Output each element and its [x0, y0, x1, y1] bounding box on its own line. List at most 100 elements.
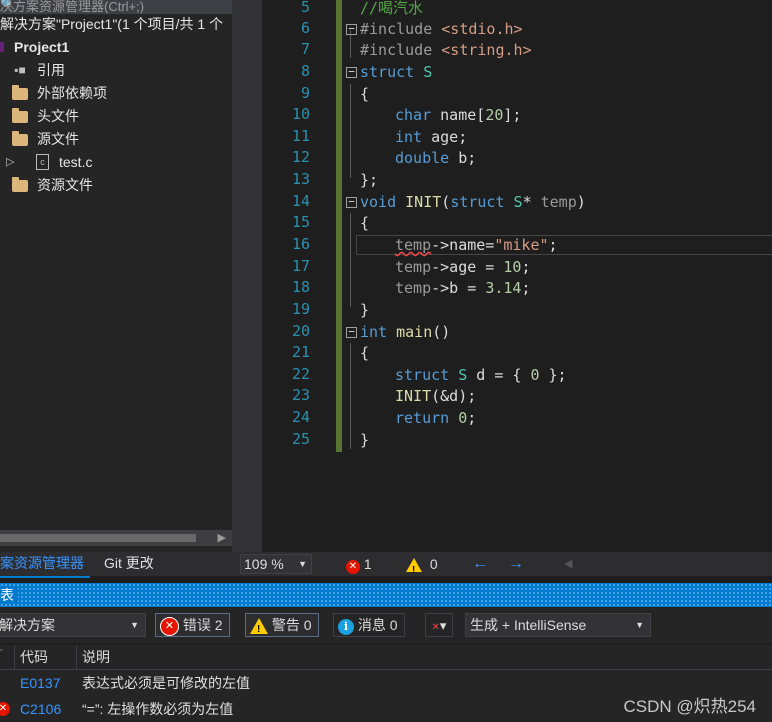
expand-arrow-icon[interactable]: ▷: [6, 151, 14, 173]
code-line-13: };: [360, 171, 379, 189]
zoom-dropdown[interactable]: 109 % ▼: [240, 554, 312, 574]
scrollbar-thumb[interactable]: [0, 534, 196, 542]
warning-count: 0: [429, 556, 438, 572]
code-line-23: INIT(&d);: [395, 387, 477, 405]
error-icon: ✕: [160, 616, 179, 636]
build-source-dropdown[interactable]: 生成 + IntelliSense ▼: [465, 613, 651, 637]
fold-toggle-icon[interactable]: −: [346, 196, 357, 208]
code-line-16: temp->name="mike";: [395, 236, 558, 254]
warnings-filter-button[interactable]: 警告 0: [245, 613, 319, 641]
error-code-link[interactable]: E0137: [20, 670, 60, 696]
project-label: Project1: [14, 39, 70, 55]
chevron-down-icon: ▼: [130, 620, 139, 630]
tab-git-changes[interactable]: Git 更改: [98, 552, 160, 576]
line-number: 5: [300, 0, 310, 16]
line-number: 18: [291, 278, 310, 296]
code-line-12: double b;: [395, 149, 477, 167]
indent-guide: [350, 343, 351, 449]
error-description: 表达式必须是可修改的左值: [82, 675, 250, 691]
tree-item-label: 源文件: [37, 131, 79, 147]
chevron-down-icon: ▼: [298, 559, 307, 569]
error-code-link[interactable]: C2106: [20, 696, 61, 722]
line-number: 24: [291, 408, 310, 426]
search-icon[interactable]: 🔍: [0, 0, 208, 12]
line-number: 21: [291, 343, 310, 361]
explorer-search-box[interactable]: 决方案资源管理器(Ctrl+;) 🔍: [0, 0, 232, 14]
line-number: 19: [291, 300, 310, 318]
code-line-21: {: [360, 344, 370, 362]
messages-filter-button[interactable]: i 消息 0: [333, 613, 405, 637]
solution-label: 解决方案"Project1"(1 个项目/共 1 个: [0, 16, 224, 32]
error-count-indicator[interactable]: ✕ 1: [346, 552, 372, 576]
tree-item-label: 外部依赖项: [37, 85, 107, 101]
project-icon: [0, 42, 4, 52]
code-line-19: }: [360, 301, 370, 319]
error-description: “=”: 左操作数必须为左值: [82, 701, 234, 717]
tab-solution-explorer[interactable]: 案资源管理器: [0, 552, 90, 578]
warning-count-indicator[interactable]: 0: [406, 552, 438, 583]
line-number: 23: [291, 386, 310, 404]
errors-filter-button[interactable]: ✕ 错误 2: [155, 613, 230, 637]
code-line-14: void INIT(struct S* temp): [360, 193, 586, 211]
line-number-margin: 5 6 7 8 9 10 11 12 13 14 15 16 17 18 19 …: [262, 0, 336, 552]
line-number: 8: [300, 62, 310, 80]
warning-icon: [406, 558, 422, 583]
project-node[interactable]: Project1: [0, 36, 232, 58]
solution-node[interactable]: 解决方案"Project1"(1 个项目/共 1 个: [0, 13, 232, 35]
warning-icon: [250, 618, 268, 641]
column-header-description[interactable]: 说明: [82, 645, 110, 669]
pin-icon[interactable]: ⁼: [0, 641, 3, 665]
line-number: 25: [291, 430, 310, 448]
line-number: 9: [300, 84, 310, 102]
tree-item-references[interactable]: ▪■ 引用: [0, 59, 232, 81]
code-editor[interactable]: //喝汽水 − #include <stdio.h> #include <str…: [342, 0, 772, 552]
code-line-20: int main(): [360, 323, 451, 341]
code-line-24: return 0;: [395, 409, 477, 427]
code-line-25: }: [360, 431, 370, 449]
column-header-code[interactable]: 代码: [20, 645, 48, 669]
tree-item-test-c[interactable]: ▷ c test.c: [0, 151, 232, 173]
editor-status-strip: 109 % ▼ ✕ 1 0 ← → ◀: [238, 552, 772, 583]
fold-toggle-icon[interactable]: −: [346, 326, 357, 338]
tree-item-header-files[interactable]: 头文件: [0, 105, 232, 127]
tab-label: 案资源管理器: [0, 555, 84, 571]
filter-icon: ✕▾: [431, 618, 447, 633]
tree-item-external-deps[interactable]: 外部依赖项: [0, 82, 232, 104]
arrow-right-icon[interactable]: →: [508, 552, 524, 576]
line-number: 17: [291, 257, 310, 275]
fold-toggle-icon[interactable]: −: [346, 23, 357, 35]
code-line-8: struct S: [360, 63, 433, 81]
code-line-15: {: [360, 214, 370, 232]
column-divider: [76, 645, 77, 669]
tree-item-label: test.c: [59, 154, 93, 170]
tree-item-source-files[interactable]: 源文件: [0, 128, 232, 150]
scroll-left-icon[interactable]: ◀: [564, 552, 572, 576]
comment: //喝汽水: [360, 0, 424, 17]
editor-glyph-margin[interactable]: [232, 0, 262, 552]
folder-icon: [12, 131, 28, 146]
warnings-label: 警告 0: [271, 617, 312, 633]
chevron-down-icon: ▼: [635, 620, 644, 630]
fold-toggle-icon[interactable]: −: [346, 66, 357, 78]
column-divider: [14, 645, 15, 669]
error-list-titlebar: 表: [0, 583, 772, 607]
line-number: 7: [300, 40, 310, 58]
scroll-right-icon[interactable]: ▶: [218, 531, 226, 544]
tree-item-label: 资源文件: [37, 177, 93, 193]
code-line-10: char name[20];: [395, 106, 522, 124]
explorer-horizontal-scrollbar[interactable]: ▶: [0, 530, 232, 546]
solution-explorer: 决方案资源管理器(Ctrl+;) 🔍 解决方案"Project1"(1 个项目/…: [0, 0, 233, 552]
line-number: 10: [291, 105, 310, 123]
external-deps-icon: [12, 85, 28, 100]
tree-item-resource-files[interactable]: 资源文件: [0, 174, 232, 196]
tab-label: Git 更改: [104, 555, 154, 571]
messages-label: 消息 0: [357, 617, 398, 633]
code-line-22: struct S d = { 0 };: [395, 366, 567, 384]
code-line-18: temp->b = 3.14;: [395, 279, 531, 297]
code-line-5: //喝汽水: [360, 0, 423, 19]
scope-dropdown[interactable]: 解决方案 ▼: [0, 613, 146, 637]
error-list-header: ⁼ 代码 说明: [0, 645, 772, 670]
arrow-left-icon[interactable]: ←: [472, 552, 488, 576]
filter-button[interactable]: ✕▾: [425, 613, 453, 637]
watermark: CSDN @炽热254: [623, 697, 756, 716]
